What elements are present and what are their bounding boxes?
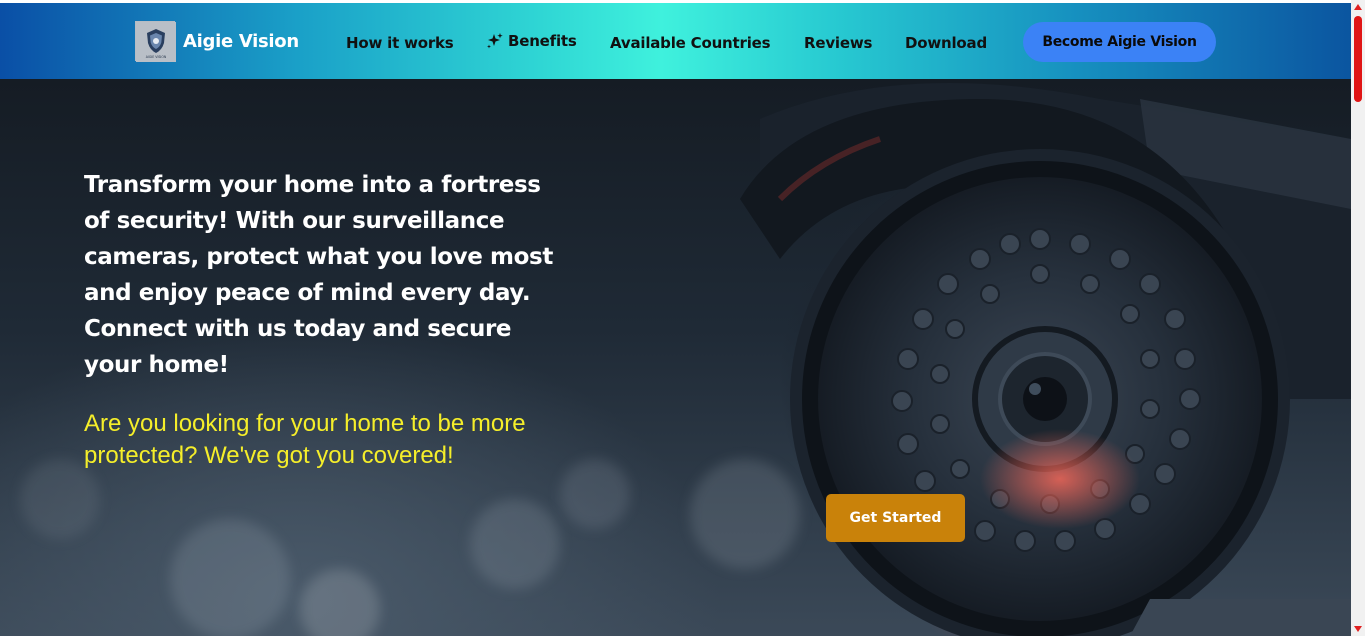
- become-aigie-vision-button[interactable]: Become Aigie Vision: [1023, 22, 1216, 62]
- hero-subheading: Are you looking for your home to be more…: [84, 410, 526, 469]
- sparkles-icon: [487, 33, 503, 49]
- svg-text:AIGIE VISION: AIGIE VISION: [146, 55, 167, 59]
- shield-logo-icon: AIGIE VISION: [136, 22, 176, 62]
- scroll-up-arrow-icon[interactable]: [1354, 4, 1362, 10]
- bokeh-light: [170, 519, 290, 636]
- security-camera-image: [740, 83, 1351, 636]
- nav-reviews[interactable]: Reviews: [804, 34, 872, 52]
- hero-section: Transform your home into a fortress of s…: [0, 79, 1351, 636]
- scroll-down-arrow-icon[interactable]: [1354, 626, 1362, 632]
- get-started-button[interactable]: Get Started: [826, 494, 965, 542]
- scrollbar-thumb[interactable]: [1354, 16, 1362, 102]
- nav-how-it-works[interactable]: How it works: [346, 34, 454, 52]
- nav-benefits[interactable]: Benefits: [508, 32, 577, 50]
- nav-available-countries[interactable]: Available Countries: [610, 34, 771, 52]
- bokeh-light: [470, 499, 560, 589]
- brand-name[interactable]: Aigie Vision: [183, 31, 299, 52]
- hero-heading: Transform your home into a fortress of s…: [84, 172, 553, 378]
- top-navbar: AIGIE VISION Aigie Vision How it works B…: [0, 3, 1351, 79]
- bokeh-light: [560, 459, 630, 529]
- bokeh-light: [300, 569, 380, 636]
- brand-logo[interactable]: AIGIE VISION: [135, 21, 176, 62]
- vertical-scrollbar[interactable]: [1351, 0, 1365, 636]
- nav-download[interactable]: Download: [905, 34, 987, 52]
